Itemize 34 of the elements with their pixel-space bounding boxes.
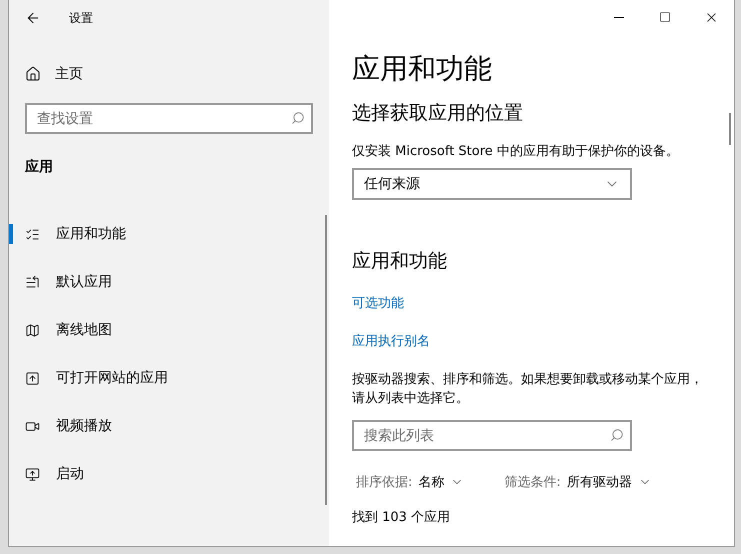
back-button[interactable] bbox=[25, 10, 41, 26]
scrollbar[interactable] bbox=[325, 215, 327, 505]
location-note: 仅安装 Microsoft Store 中的应用有助于保护你的设备。 bbox=[352, 143, 680, 160]
home-link[interactable]: 主页 bbox=[9, 58, 329, 90]
search-icon bbox=[610, 428, 624, 442]
scrollbar[interactable] bbox=[729, 113, 731, 145]
description: 按驱动器搜索、排序和筛选。如果想要卸载或移动某个应用，请从列表中选择它。 bbox=[352, 371, 704, 408]
page-title: 应用和功能 bbox=[352, 51, 493, 87]
search-icon bbox=[291, 111, 305, 125]
section-heading: 应用和功能 bbox=[352, 249, 448, 274]
link[interactable]: 可选功能 bbox=[352, 294, 404, 312]
nav-item[interactable]: 视频播放 bbox=[9, 402, 329, 450]
list-icon bbox=[25, 226, 40, 242]
window-title: 设置 bbox=[69, 10, 93, 26]
home-icon bbox=[25, 66, 41, 82]
maximize-icon bbox=[659, 11, 671, 23]
source-dropdown[interactable]: 任何来源 bbox=[352, 168, 632, 200]
filter-dropdown[interactable]: 筛选条件: 所有驱动器 bbox=[504, 473, 652, 491]
nav-item[interactable]: 应用和功能 bbox=[9, 210, 329, 258]
app-count: 找到 103 个应用 bbox=[352, 509, 452, 526]
map-icon bbox=[25, 322, 40, 338]
settings-search-field[interactable]: 查找设置 bbox=[25, 103, 313, 134]
nav-item[interactable]: 默认应用 bbox=[9, 258, 329, 306]
sort-dropdown[interactable]: 排序依据: 名称 bbox=[356, 473, 464, 491]
nav-item[interactable]: 离线地图 bbox=[9, 306, 329, 354]
minimize-icon bbox=[614, 16, 624, 18]
nav-item[interactable]: 启动 bbox=[9, 450, 329, 498]
monitor-arrow-icon bbox=[25, 466, 40, 482]
list-icon bbox=[25, 274, 40, 290]
nav-item[interactable]: 可打开网站的应用 bbox=[9, 354, 329, 402]
list-search-field[interactable]: 搜索此列表 bbox=[352, 420, 632, 451]
link[interactable]: 应用执行别名 bbox=[352, 332, 430, 350]
section-heading: 应用 bbox=[25, 158, 54, 176]
section-heading: 选择获取应用的位置 bbox=[352, 101, 524, 126]
